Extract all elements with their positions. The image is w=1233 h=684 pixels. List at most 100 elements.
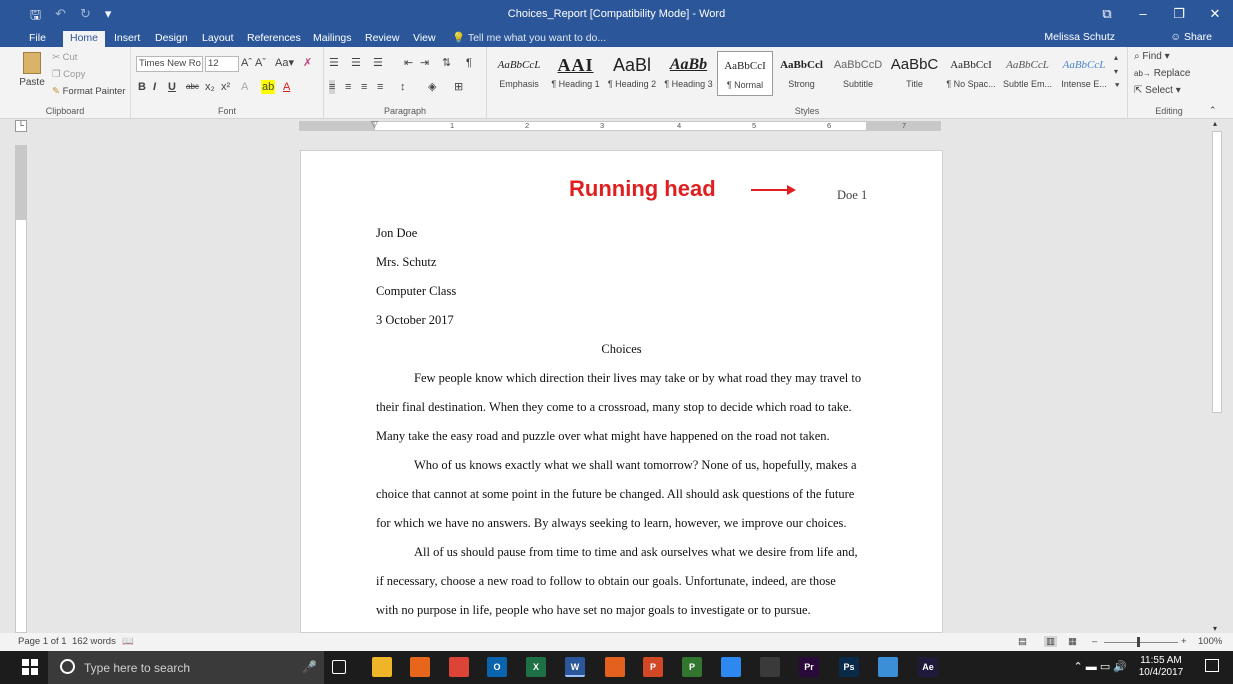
strikethrough-icon[interactable]: abc — [186, 80, 199, 94]
style-item[interactable]: AaBbC Title — [887, 51, 943, 96]
tab-insert[interactable]: Insert — [107, 31, 147, 47]
scrollbar-thumb[interactable] — [1212, 131, 1222, 413]
task-view-icon[interactable] — [332, 660, 346, 674]
zoom-level[interactable]: 100% — [1198, 636, 1222, 647]
body-line[interactable]: Who of us knows exactly what we shall wa… — [414, 458, 857, 473]
line-spacing-icon[interactable]: ↕ — [400, 80, 406, 94]
style-item[interactable]: AAI ¶ Heading 1 — [548, 51, 604, 96]
italic-icon[interactable]: I — [153, 80, 156, 94]
cut-button[interactable]: ✂ Cut — [52, 52, 77, 63]
font-family-combo[interactable]: Times New Ro — [136, 56, 203, 72]
font-color-icon[interactable]: A — [283, 80, 290, 94]
styles-scroll-down-icon[interactable]: ▾ — [1114, 65, 1118, 79]
photoshop-icon[interactable]: Ps — [839, 657, 859, 677]
format-painter-button[interactable]: ✎ Format Painter — [52, 86, 125, 97]
decrease-indent-icon[interactable]: ⇤ — [404, 56, 413, 70]
word-count[interactable]: 162 words — [72, 636, 116, 647]
bullets-icon[interactable]: ☰ — [329, 56, 339, 70]
after-effects-icon[interactable]: Ae — [918, 657, 938, 677]
word-icon[interactable]: W — [565, 657, 585, 677]
align-right-icon[interactable]: ≡ — [361, 80, 367, 94]
replace-button[interactable]: ab→ Replace — [1134, 68, 1190, 79]
microphone-icon[interactable]: 🎤 — [302, 660, 317, 674]
style-item[interactable]: AaBbCcD Subtitle — [830, 51, 886, 96]
course-line[interactable]: Computer Class — [376, 284, 456, 299]
style-item[interactable]: AaBbCcL Intense E... — [1056, 51, 1112, 96]
font-size-combo[interactable]: 12 — [205, 56, 239, 72]
body-line[interactable]: if necessary, choose a new road to follo… — [376, 574, 836, 589]
app-globe-icon[interactable] — [878, 657, 898, 677]
horizontal-ruler[interactable]: 1 2 3 4 5 6 7 ▽ — [299, 119, 941, 131]
copy-button[interactable]: ❐ Copy — [52, 69, 85, 80]
outlook-icon[interactable]: O — [487, 657, 507, 677]
tab-view[interactable]: View — [406, 31, 443, 47]
align-center-icon[interactable]: ≡ — [345, 80, 351, 94]
style-item[interactable]: AaBbCcl Strong — [774, 51, 830, 96]
sort-icon[interactable]: ⇅ — [442, 56, 451, 70]
tell-me-box[interactable]: 💡 Tell me what you want to do... — [452, 31, 606, 44]
borders-icon[interactable]: ⊞ — [454, 80, 463, 94]
user-name[interactable]: Melissa Schutz — [1044, 31, 1115, 43]
first-line-indent-marker[interactable]: ▽ — [371, 119, 378, 130]
style-item[interactable]: AaBl ¶ Heading 2 — [604, 51, 660, 96]
subscript-icon[interactable]: x₂ — [205, 80, 215, 94]
style-item[interactable]: AaBb ¶ Heading 3 — [661, 51, 717, 96]
body-line[interactable]: with no purpose in life, people who have… — [376, 603, 811, 618]
tab-references[interactable]: References — [240, 31, 308, 47]
find-button[interactable]: ⌕ Find ▾ — [1134, 51, 1170, 62]
text-effects-icon[interactable]: A — [241, 80, 248, 94]
zoom-in-icon[interactable]: + — [1181, 636, 1187, 647]
firefox-icon[interactable] — [410, 657, 430, 677]
page-count[interactable]: Page 1 of 1 — [18, 636, 67, 647]
tab-home[interactable]: Home — [63, 31, 106, 47]
tab-selector-icon[interactable]: └ — [15, 120, 27, 132]
vertical-scrollbar[interactable]: ▴ ▾ — [1211, 119, 1223, 633]
paste-button[interactable]: Paste — [18, 52, 46, 88]
grow-font-icon[interactable]: Aˆ — [241, 56, 252, 70]
styles-scroll-up-icon[interactable]: ▴ — [1114, 51, 1118, 65]
premiere-icon[interactable]: Pr — [799, 657, 819, 677]
shrink-font-icon[interactable]: Aˇ — [255, 56, 266, 70]
read-mode-icon[interactable]: ▤ — [1018, 636, 1027, 647]
multilevel-list-icon[interactable]: ☰ — [373, 56, 383, 70]
header-page-number[interactable]: Doe 1 — [837, 188, 867, 203]
tray-icons[interactable]: ⌃ ▬ ▭ 🔊 — [1074, 660, 1127, 673]
shading-icon[interactable]: ◈ — [428, 80, 436, 94]
tab-mailings[interactable]: Mailings — [306, 31, 359, 47]
body-line[interactable]: for which we have no answers. By always … — [376, 516, 847, 531]
align-left-icon[interactable]: ≡ — [329, 80, 336, 94]
excel-icon[interactable]: X — [526, 657, 546, 677]
numbering-icon[interactable]: ☰ — [351, 56, 361, 70]
collapse-ribbon-icon[interactable]: ⌃ — [1209, 103, 1217, 117]
minimize-icon[interactable]: – — [1125, 0, 1161, 30]
zoom-out-icon[interactable]: – — [1092, 636, 1097, 647]
highlight-icon[interactable]: ab — [261, 80, 276, 94]
clock[interactable]: 11:55 AM 10/4/2017 — [1133, 655, 1189, 679]
zoom-slider-thumb[interactable] — [1137, 637, 1140, 647]
app-orange-icon[interactable] — [605, 657, 625, 677]
show-formatting-marks-icon[interactable]: ¶ — [466, 56, 472, 70]
body-line[interactable]: choice that cannot at some point in the … — [376, 487, 854, 502]
project-icon[interactable]: P — [682, 657, 702, 677]
superscript-icon[interactable]: x² — [221, 80, 230, 94]
body-line[interactable]: Few people know which direction their li… — [414, 371, 861, 386]
print-layout-icon[interactable]: ▥ — [1044, 636, 1057, 647]
taskbar-search[interactable]: Type here to search 🎤 — [48, 651, 324, 684]
file-explorer-icon[interactable] — [372, 657, 392, 677]
change-case-icon[interactable]: Aa▾ — [275, 56, 294, 70]
vertical-ruler[interactable] — [15, 145, 27, 633]
style-item[interactable]: AaBbCcL Subtle Em... — [1000, 51, 1056, 96]
clear-formatting-icon[interactable]: ✗ — [303, 56, 312, 70]
scroll-up-icon[interactable]: ▴ — [1213, 119, 1217, 128]
share-button[interactable]: ☺ Share — [1170, 31, 1212, 43]
bold-icon[interactable]: B — [138, 80, 146, 94]
increase-indent-icon[interactable]: ⇥ — [420, 56, 429, 70]
style-item[interactable]: AaBbCcI ¶ Normal — [717, 51, 773, 96]
windows-start-icon[interactable] — [22, 659, 38, 675]
chrome-icon[interactable] — [449, 657, 469, 677]
essay-title[interactable]: Choices — [301, 342, 942, 357]
body-line[interactable]: Many take the easy road and puzzle over … — [376, 429, 830, 444]
date-line[interactable]: 3 October 2017 — [376, 313, 454, 328]
notes-icon[interactable] — [721, 657, 741, 677]
tab-review[interactable]: Review — [358, 31, 406, 47]
